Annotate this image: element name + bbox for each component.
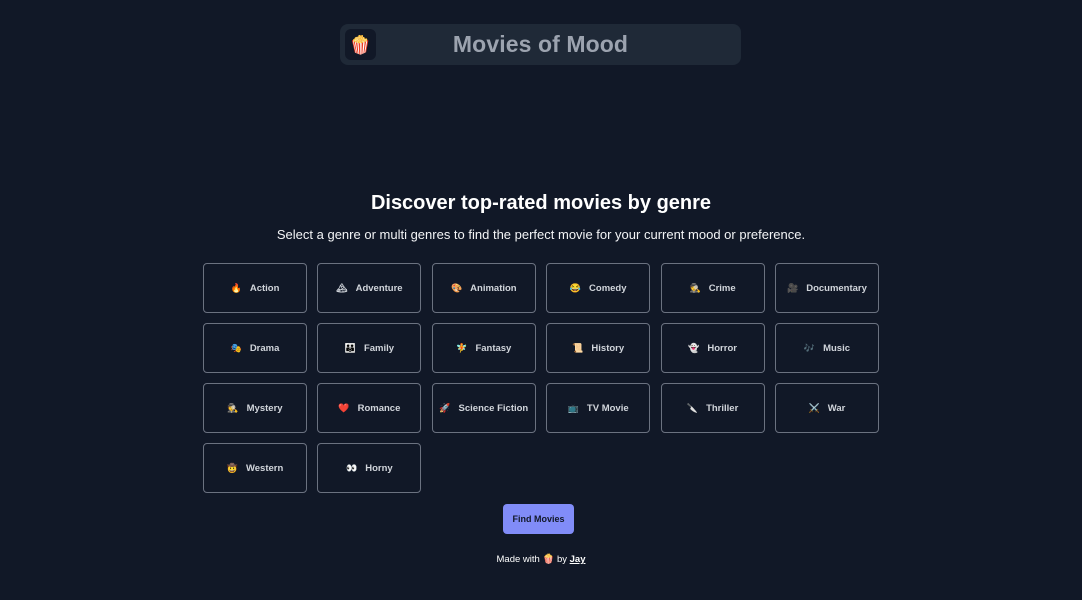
television-icon: 📺 bbox=[567, 402, 579, 413]
hero-title: Discover top-rated movies by genre bbox=[370, 192, 712, 214]
rocket-icon: 🚀 bbox=[439, 402, 451, 413]
genre-label: History bbox=[591, 342, 625, 354]
genre-button-western[interactable]: 🤠 Western bbox=[203, 443, 307, 493]
genre-button-horny[interactable]: 👀 Horny bbox=[317, 443, 422, 493]
genre-button-thriller[interactable]: 🔪 Thriller bbox=[660, 383, 765, 433]
genre-label: Horror bbox=[707, 342, 737, 354]
crossed-swords-icon: ⚔️ bbox=[808, 402, 820, 413]
genre-button-action[interactable]: 🔥 Action bbox=[203, 263, 307, 313]
page: 🍿 Movies of Mood Discover top-rated movi… bbox=[0, 0, 1082, 600]
movie-camera-icon: 🎥 bbox=[786, 282, 799, 293]
palette-icon: 🎨 bbox=[450, 282, 463, 293]
genre-button-crime[interactable]: 🕵 Crime bbox=[660, 263, 765, 313]
genre-button-animation[interactable]: 🎨 Animation bbox=[431, 263, 536, 313]
genre-button-music[interactable]: 🎶 Music bbox=[774, 323, 879, 373]
genre-label: Romance bbox=[357, 402, 401, 414]
genre-label: Mystery bbox=[246, 402, 283, 414]
detective-icon: 🕵 bbox=[227, 402, 239, 413]
genre-label: Crime bbox=[708, 282, 736, 294]
footer: Made with 🍿 by Jay bbox=[0, 554, 1082, 565]
genre-button-tv-movie[interactable]: 📺 TV Movie bbox=[546, 383, 651, 433]
heart-icon: ❤️ bbox=[338, 402, 350, 413]
genre-button-fantasy[interactable]: 🧚 Fantasy bbox=[431, 323, 536, 373]
genre-button-horror[interactable]: 👻 Horror bbox=[660, 323, 765, 373]
genre-label: TV Movie bbox=[586, 402, 629, 414]
eyes-icon: 👀 bbox=[346, 462, 358, 473]
genre-label: Science Fiction bbox=[458, 402, 529, 414]
genre-button-comedy[interactable]: 😂 Comedy bbox=[546, 263, 651, 313]
genre-button-drama[interactable]: 🎭 Drama bbox=[203, 323, 307, 373]
genre-button-war[interactable]: ⚔️ War bbox=[774, 383, 879, 433]
footer-by: by bbox=[556, 554, 567, 565]
genre-button-documentary[interactable]: 🎥 Documentary bbox=[774, 263, 879, 313]
genre-label: Fantasy bbox=[475, 342, 512, 354]
app-title: Movies of Mood bbox=[452, 31, 629, 57]
find-movies-button[interactable]: Find Movies bbox=[503, 504, 574, 534]
footer-made-with: Made with bbox=[496, 554, 540, 565]
genre-label: Thriller bbox=[706, 402, 739, 414]
ghost-icon: 👻 bbox=[688, 342, 700, 353]
scroll-icon: 📜 bbox=[572, 342, 584, 353]
genre-label: Western bbox=[245, 462, 284, 474]
popcorn-icon: 🍿 bbox=[542, 554, 555, 565]
genre-button-family[interactable]: 👪 Family bbox=[317, 323, 422, 373]
genre-label: Music bbox=[823, 342, 851, 354]
music-notes-icon: 🎶 bbox=[803, 342, 816, 353]
genre-label: Drama bbox=[249, 342, 280, 354]
genre-label: Adventure bbox=[355, 282, 403, 294]
genre-label: Documentary bbox=[806, 282, 867, 294]
genre-label: Animation bbox=[470, 282, 517, 294]
genre-button-adventure[interactable]: 🏔 Adventure bbox=[317, 263, 422, 313]
detective-icon: 🕵 bbox=[689, 282, 701, 293]
fairy-icon: 🧚 bbox=[456, 342, 468, 353]
fire-icon: 🔥 bbox=[230, 282, 242, 293]
genre-label: Horny bbox=[365, 462, 393, 474]
genre-label: War bbox=[827, 402, 846, 414]
family-icon: 👪 bbox=[344, 342, 356, 353]
genre-label: Comedy bbox=[589, 282, 627, 294]
knife-icon: 🔪 bbox=[686, 402, 699, 413]
hero-subtitle: Select a genre or multi genres to find t… bbox=[276, 227, 806, 242]
genre-grid: 🔥 Action 🏔 Adventure 🎨 Animation 😂 Comedy 🕵 Crime… bbox=[203, 263, 880, 493]
laughing-face-icon: 😂 bbox=[569, 282, 582, 293]
theater-masks-icon: 🎭 bbox=[230, 342, 242, 353]
genre-label: Family bbox=[363, 342, 395, 354]
genre-button-history[interactable]: 📜 History bbox=[546, 323, 651, 373]
genre-button-mystery[interactable]: 🕵 Mystery bbox=[203, 383, 307, 433]
mountain-icon: 🏔 bbox=[336, 282, 348, 293]
cowboy-icon: 🤠 bbox=[226, 462, 238, 473]
author-link[interactable]: Jay bbox=[570, 554, 586, 565]
genre-label: Action bbox=[249, 282, 280, 294]
genre-button-science-fiction[interactable]: 🚀 Science Fiction bbox=[431, 383, 536, 433]
header-bar: 🍿 Movies of Mood bbox=[340, 24, 741, 65]
genre-button-romance[interactable]: ❤️ Romance bbox=[317, 383, 422, 433]
